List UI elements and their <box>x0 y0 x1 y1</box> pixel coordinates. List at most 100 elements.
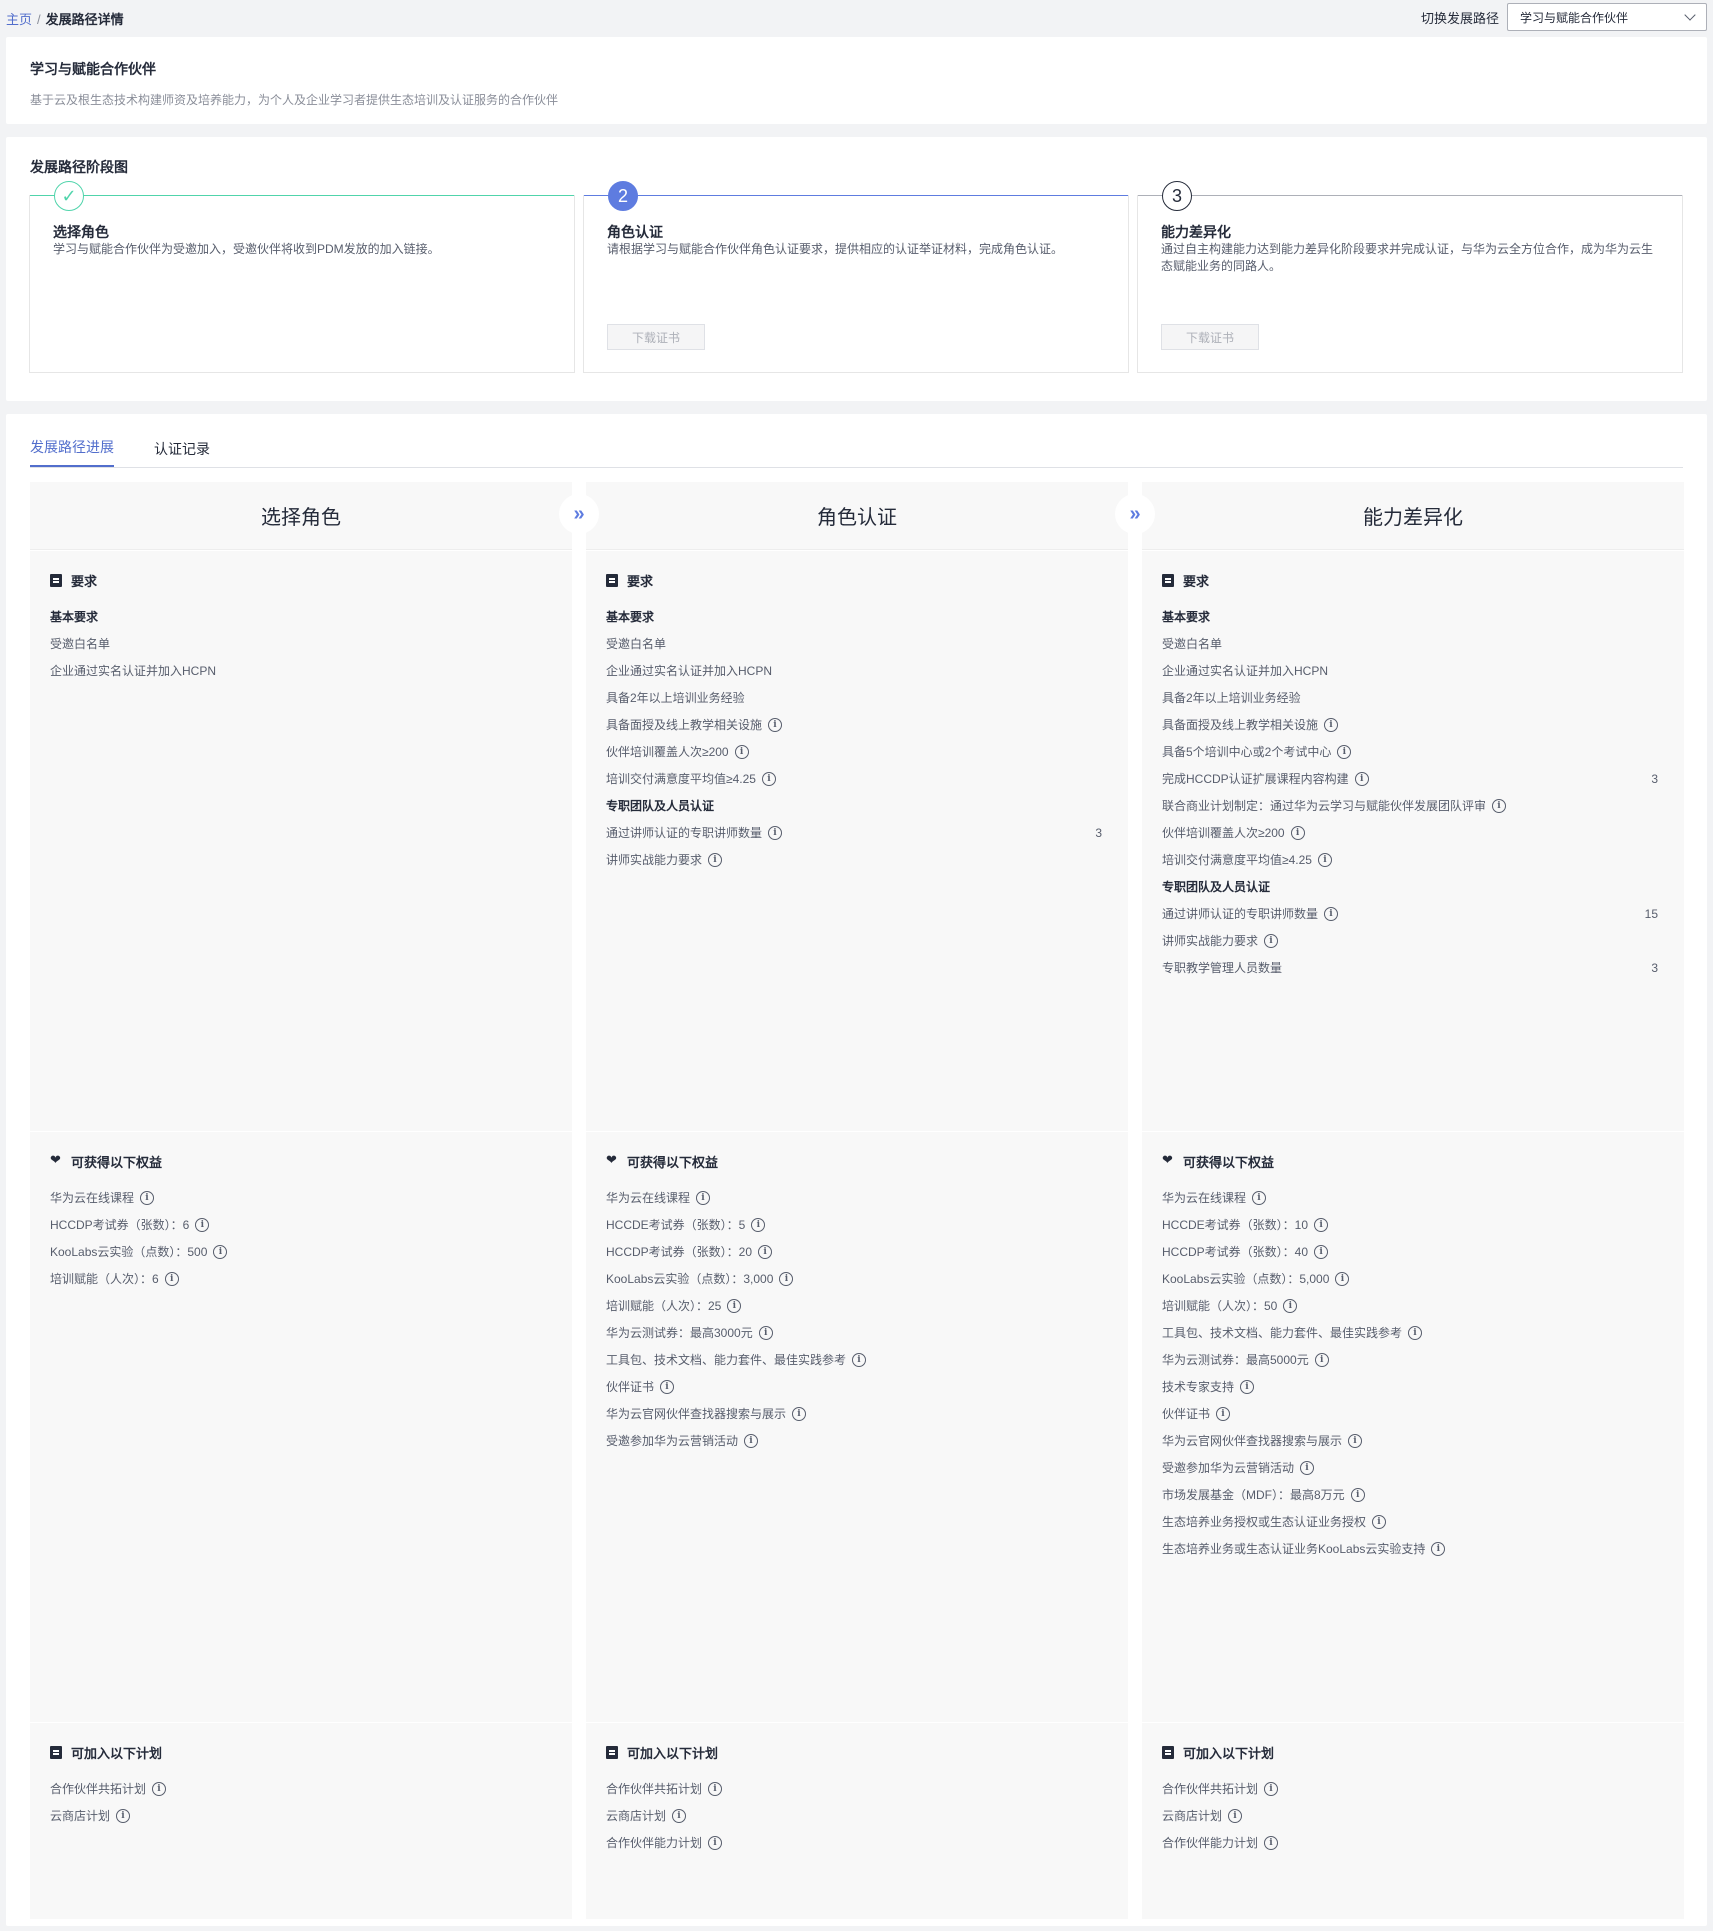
ben-section: 可获得以下权益华为云在线课程iHCCDE考试券（张数）：10iHCCDP考试券（… <box>1142 1132 1684 1722</box>
path-switcher-label: 切换发展路径 <box>1420 10 1499 26</box>
section-title: 可获得以下权益 <box>1162 1152 1664 1171</box>
plans-icon <box>50 1746 62 1759</box>
info-icon[interactable]: i <box>768 826 783 840</box>
info-icon[interactable]: i <box>852 1353 867 1367</box>
check-icon: ✓ <box>54 181 84 211</box>
info-icon[interactable]: i <box>1431 1542 1446 1556</box>
list-item: 生态培养业务或生态认证业务KooLabs云实验支持 i <box>1162 1531 1664 1567</box>
stage-card: ✓ 选择角色 学习与赋能合作伙伴为受邀加入，受邀伙伴将收到PDM发放的加入链接。 <box>29 181 575 373</box>
info-icon[interactable]: i <box>1337 745 1352 759</box>
download-certificate-button[interactable]: 下载证书 <box>607 324 705 350</box>
info-icon[interactable]: i <box>758 1326 773 1340</box>
stage-connector-line <box>1138 195 1682 196</box>
info-icon[interactable]: i <box>1314 1245 1329 1259</box>
info-icon[interactable]: i <box>1314 1353 1329 1367</box>
tab-bar: 发展路径进展 认证记录 <box>30 414 1683 468</box>
stage-desc: 学习与赋能合作伙伴为受邀加入，受邀伙伴将收到PDM发放的加入链接。 <box>53 242 440 256</box>
info-icon[interactable]: i <box>708 853 723 867</box>
column-title: 能力差异化 <box>1142 482 1684 550</box>
info-icon[interactable]: i <box>1317 853 1332 867</box>
stage-column: 选择角色要求基本要求受邀白名单企业通过实名认证并加入HCPN可获得以下权益华为云… <box>30 482 599 1919</box>
info-icon[interactable]: i <box>758 1245 773 1259</box>
stage-connector-line <box>584 195 1128 196</box>
info-icon[interactable]: i <box>1216 1407 1231 1421</box>
intro-card: 学习与赋能合作伙伴 基于云及根生态技术构建师资及培养能力，为个人及企业学习者提供… <box>6 37 1707 124</box>
info-icon[interactable]: i <box>1492 799 1507 813</box>
info-icon[interactable]: i <box>1324 907 1339 921</box>
list-item: 合作伙伴能力计划 i <box>1162 1825 1664 1861</box>
req-section: 要求 基本要求 受邀白名单 企业通过实名认证并加入HCPN 具备2年以上培训业务经验 具备… <box>586 551 1128 1131</box>
double-chevron-right-icon: » <box>1115 494 1155 534</box>
list-item-label: 培训赋能（人次）：6 <box>50 1272 159 1286</box>
stage-card: 3 能力差异化 通过自主构建能力达到能力差异化阶段要求并完成认证，与华为云全方位合作… <box>1137 181 1683 373</box>
benefits-icon <box>606 1152 618 1168</box>
info-icon[interactable]: i <box>1324 718 1339 732</box>
breadcrumb: 主页 / 发展路径详情 <box>6 9 124 28</box>
section-title-text: 可获得以下权益 <box>627 1155 719 1170</box>
info-icon[interactable]: i <box>768 718 783 732</box>
info-icon[interactable]: i <box>751 1218 766 1232</box>
info-icon[interactable]: i <box>1264 934 1279 948</box>
info-icon[interactable]: i <box>1335 1272 1350 1286</box>
info-icon[interactable]: i <box>708 1782 723 1796</box>
info-icon[interactable]: i <box>708 1836 723 1850</box>
info-icon[interactable]: i <box>672 1809 687 1823</box>
list-item-count: 3 <box>1651 961 1658 975</box>
section-title-text: 要求 <box>71 574 98 589</box>
ben-section: 可获得以下权益华为云在线课程iHCCDP考试券（张数）：6iKooLabs云实验… <box>30 1132 572 1722</box>
info-icon[interactable]: i <box>744 1434 759 1448</box>
info-icon[interactable]: i <box>761 772 776 786</box>
info-icon[interactable]: i <box>213 1245 228 1259</box>
benefits-icon <box>1162 1152 1174 1168</box>
download-certificate-button[interactable]: 下载证书 <box>1161 324 1259 350</box>
section-title-text: 可加入以下计划 <box>1183 1746 1275 1761</box>
section-title-text: 要求 <box>1183 574 1210 589</box>
info-icon[interactable]: i <box>1372 1515 1387 1529</box>
info-icon[interactable]: i <box>1348 1434 1363 1448</box>
info-icon[interactable]: i <box>1300 1461 1315 1475</box>
info-icon[interactable]: i <box>1408 1326 1423 1340</box>
list-item: 受邀参加华为云营销活动 i <box>606 1423 1108 1459</box>
info-icon[interactable]: i <box>792 1407 807 1421</box>
info-icon[interactable]: i <box>734 745 749 759</box>
info-icon[interactable]: i <box>1252 1191 1267 1205</box>
info-icon[interactable]: i <box>1264 1782 1279 1796</box>
info-icon[interactable]: i <box>696 1191 711 1205</box>
info-icon[interactable]: i <box>1283 1299 1298 1313</box>
info-icon[interactable]: i <box>1290 826 1305 840</box>
requirements-icon <box>606 574 618 587</box>
tab-1[interactable]: 认证记录 <box>154 439 210 467</box>
info-icon[interactable]: i <box>727 1299 742 1313</box>
stage-number: 3 <box>1162 181 1192 211</box>
info-icon[interactable]: i <box>1314 1218 1329 1232</box>
info-icon[interactable]: i <box>1264 1836 1279 1850</box>
stage-map-title: 发展路径阶段图 <box>30 159 128 175</box>
info-icon[interactable]: i <box>779 1272 794 1286</box>
req-section: 要求 基本要求 受邀白名单 企业通过实名认证并加入HCPN 具备2年以上培训业务经验 具备… <box>1142 551 1684 1131</box>
tab-0[interactable]: 发展路径进展 <box>30 437 114 467</box>
breadcrumb-separator: / <box>37 12 41 27</box>
info-icon[interactable]: i <box>1228 1809 1243 1823</box>
list-item-label: 合作伙伴能力计划 <box>1162 1836 1259 1850</box>
req-section: 要求 基本要求 受邀白名单 企业通过实名认证并加入HCPN <box>30 551 572 1131</box>
list-item-label: 企业通过实名认证并加入HCPN <box>50 664 217 678</box>
section-title: 要求 <box>50 571 552 590</box>
list-item-label: 受邀参加华为云营销活动 <box>606 1434 739 1448</box>
stage-map-card: 发展路径阶段图 ✓ 选择角色 学习与赋能合作伙伴为受邀加入，受邀伙伴将收到PDM发放… <box>6 137 1707 401</box>
column-title: 选择角色 <box>30 482 572 550</box>
path-select[interactable]: 学习与赋能合作伙伴 <box>1507 3 1707 31</box>
info-icon[interactable]: i <box>1354 772 1369 786</box>
info-icon[interactable]: i <box>116 1809 131 1823</box>
info-icon[interactable]: i <box>140 1191 155 1205</box>
breadcrumb-home-link[interactable]: 主页 <box>6 12 32 27</box>
info-icon[interactable]: i <box>660 1380 675 1394</box>
requirements-icon <box>1162 574 1174 587</box>
info-icon[interactable]: i <box>1350 1488 1365 1502</box>
info-icon[interactable]: i <box>152 1782 167 1796</box>
info-icon[interactable]: i <box>195 1218 210 1232</box>
plan-section: 可加入以下计划 合作伙伴共拓计划 i 云商店计划 i 合作伙伴能力计划 i <box>1142 1723 1684 1919</box>
info-icon[interactable]: i <box>1240 1380 1255 1394</box>
list-item: 培训赋能（人次）：6 i <box>50 1261 552 1297</box>
info-icon[interactable]: i <box>164 1272 179 1286</box>
stage-column: 能力差异化 要求 基本要求 受邀白名单 企业通过实名认证并加入HCPN 具备2年以上培训业… <box>1142 482 1684 1919</box>
